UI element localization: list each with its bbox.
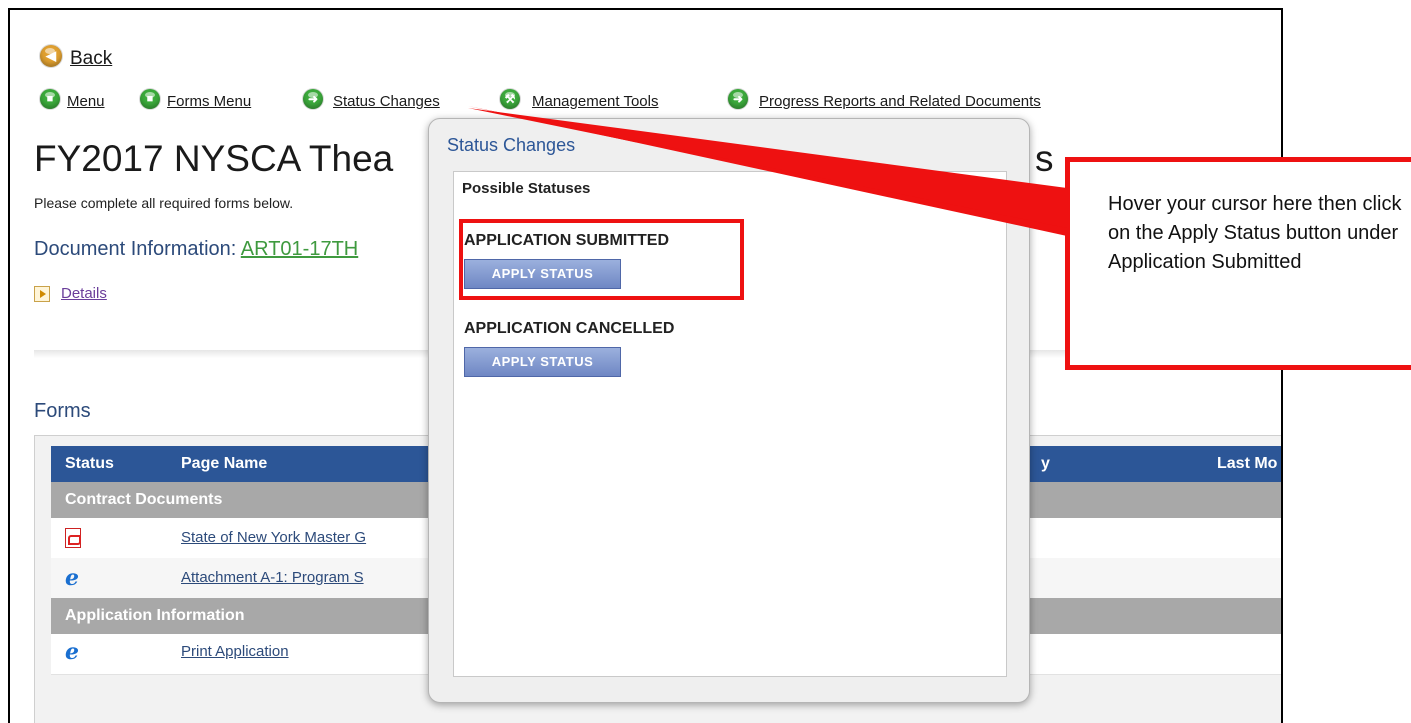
back-link[interactable]: Back [70,48,112,70]
group-label: Contract Documents [65,491,223,508]
menu-icon[interactable]: ■ [40,89,60,109]
forms-menu-link[interactable]: Forms Menu [167,93,251,110]
expand-arrow-icon[interactable] [34,286,50,302]
page-title: FY2017 NYSCA Thea [34,138,394,179]
possible-statuses-heading: Possible Statuses [462,180,591,197]
progress-reports-arrow-icon[interactable]: ➜ [728,89,748,109]
forms-heading: Forms [34,400,91,422]
popup-title: Status Changes [447,135,576,155]
form-link[interactable]: Attachment A-1: Program S [181,558,364,598]
management-tools-wrench-icon[interactable]: ⚒ [500,89,520,109]
pdf-icon [65,528,81,548]
page-title-tail: s [1035,138,1054,179]
management-tools-link[interactable]: Management Tools [532,93,658,110]
column-page-name[interactable]: Page Name [181,446,267,482]
form-link[interactable]: State of New York Master G [181,518,366,558]
form-link[interactable]: Print Application [181,634,289,670]
document-id-link[interactable]: ART01-17TH [241,238,358,260]
instruction-callout: Hover your cursor here then click on the… [1065,157,1411,370]
status-changes-popup: Status Changes Possible Statuses APPLICA… [428,118,1030,703]
forms-menu-icon[interactable]: ■ [140,89,160,109]
highlight-box [459,219,744,300]
column-last-modified[interactable]: Last Mo [1217,446,1277,482]
status-changes-arrow-icon[interactable]: ➜ [303,89,323,109]
document-information: Document Information: ART01-17TH [34,238,358,261]
ie-browser-icon: e [65,639,79,665]
progress-reports-link[interactable]: Progress Reports and Related Documents [759,93,1041,110]
column-status[interactable]: Status [65,446,114,482]
back-arrow-icon[interactable]: ◀ [40,45,62,67]
callout-text: Hover your cursor here then click on the… [1108,193,1402,273]
instructions-text: Please complete all required forms below… [34,195,294,211]
status-changes-link[interactable]: Status Changes [333,93,440,110]
column-by[interactable]: y [1041,446,1050,482]
apply-status-cancelled-button[interactable]: APPLY STATUS [464,347,621,377]
document-information-label: Document Information: [34,238,241,260]
ie-browser-icon: e [65,565,79,591]
group-label: Application Information [65,607,245,624]
menu-link[interactable]: Menu [67,93,105,110]
status-application-cancelled: APPLICATION CANCELLED [464,320,675,337]
details-link[interactable]: Details [61,285,107,302]
